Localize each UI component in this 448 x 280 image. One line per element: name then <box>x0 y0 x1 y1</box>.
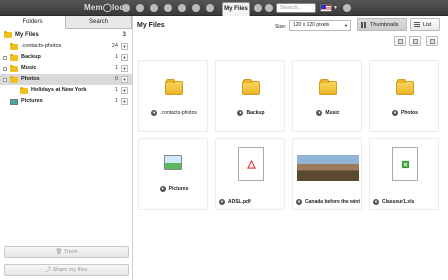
folder-icon <box>319 79 337 95</box>
thumbnails-view-button[interactable]: Thumbnails <box>357 18 407 31</box>
folder-icon <box>10 76 18 83</box>
upload-button[interactable] <box>394 36 406 46</box>
new-folder-icon <box>413 39 418 44</box>
item-menu-button[interactable]: ▼ <box>237 109 244 116</box>
item-menu-button[interactable]: ▼ <box>121 87 128 94</box>
folder-icon <box>10 43 18 50</box>
chevron-down-icon[interactable]: ▼ <box>333 5 338 11</box>
xls-file-icon <box>392 147 418 181</box>
list-view-button[interactable]: List <box>410 18 440 31</box>
photo-thumbnail <box>297 155 359 181</box>
share-my-files-button[interactable]: ⤴ Share my files <box>4 264 129 276</box>
help-icon[interactable] <box>265 4 273 12</box>
expand-icon[interactable] <box>3 67 7 71</box>
tree-item-my-files[interactable]: My Files 3 <box>0 29 132 41</box>
item-menu-button[interactable]: ▼ <box>296 198 302 205</box>
share-icon[interactable] <box>136 4 144 12</box>
file-card[interactable]: ▼ Photos <box>369 60 439 132</box>
page-title: My Files <box>137 22 165 29</box>
tree-item-contacts-photos[interactable]: .contacts-photos 24 ▼ <box>0 41 132 52</box>
download-button[interactable] <box>426 36 438 46</box>
power-icon[interactable] <box>343 4 351 12</box>
language-flag-icon[interactable] <box>320 4 332 12</box>
trash-icon: 🗑 <box>55 249 63 255</box>
share-icon: ⤴ <box>45 267 52 273</box>
notes-icon[interactable] <box>178 4 186 12</box>
pdf-file-icon <box>238 147 264 181</box>
folder-tree: My Files 3 .contacts-photos 24 ▼ Backup … <box>0 29 132 107</box>
item-menu-button[interactable]: ▼ <box>121 98 128 105</box>
item-menu-button[interactable]: ▼ <box>392 109 399 116</box>
folder-icon <box>10 54 18 61</box>
bookmark-icon[interactable] <box>150 4 158 12</box>
tree-item-music[interactable]: Music 1 ▼ <box>0 63 132 74</box>
size-label: Size: <box>275 24 287 30</box>
folder-icon <box>10 65 18 72</box>
app-logo[interactable]: Mem◯loo <box>84 3 125 12</box>
item-menu-button[interactable]: ▼ <box>121 43 128 50</box>
list-icon <box>414 22 420 28</box>
item-menu-button[interactable]: ▼ <box>121 65 128 72</box>
folder-icon <box>242 79 260 95</box>
calendar-icon[interactable] <box>164 4 172 12</box>
tab-folders[interactable]: Folders <box>0 16 66 29</box>
top-toolbar: Mem◯loo My Files Search... ▼ <box>0 0 448 16</box>
item-menu-button[interactable]: ▼ <box>159 185 166 192</box>
tree-item-pictures[interactable]: Pictures 1 ▼ <box>0 96 132 107</box>
tree-item-photos[interactable]: Photos 0 ▼ <box>0 74 132 85</box>
file-card[interactable]: ▼ Backup <box>215 60 285 132</box>
star-icon[interactable] <box>122 4 130 12</box>
file-card[interactable]: ▼ Canada before the wint <box>292 138 362 210</box>
item-menu-button[interactable]: ▼ <box>121 54 128 61</box>
download-icon <box>430 39 435 44</box>
search-input[interactable]: Search... <box>276 3 316 13</box>
folder-icon <box>396 79 414 95</box>
item-menu-button[interactable]: ▼ <box>316 109 323 116</box>
picture-folder-icon <box>10 99 18 105</box>
expand-icon[interactable] <box>3 56 7 60</box>
file-card[interactable]: ▼ Pictures <box>138 138 208 210</box>
folder-sidebar: Folders Search My Files 3 .contacts-phot… <box>0 16 133 280</box>
settings-icon[interactable] <box>254 4 262 12</box>
files-panel: My Files Size: 120 x 120 pixels ▼ Thumbn… <box>133 16 448 280</box>
item-menu-button[interactable]: ▼ <box>373 198 379 205</box>
tab-my-files[interactable]: My Files <box>222 2 250 16</box>
upload-icon <box>398 39 403 44</box>
new-folder-button[interactable] <box>409 36 421 46</box>
file-card[interactable]: ▼ Classeur1.xls <box>369 138 439 210</box>
contacts-icon[interactable] <box>192 4 200 12</box>
size-select[interactable]: 120 x 120 pixels ▼ <box>289 20 351 31</box>
chevron-down-icon: ▼ <box>344 23 348 28</box>
tree-item-backup[interactable]: Backup 1 ▼ <box>0 52 132 63</box>
folder-icon <box>20 87 28 94</box>
sidebar-tabs: Folders Search <box>0 16 132 29</box>
folder-icon <box>165 79 183 95</box>
file-card[interactable]: ▼ ADSL.pdf <box>215 138 285 210</box>
file-card[interactable]: ▼ .contacts-photos <box>138 60 208 132</box>
tab-search[interactable]: Search <box>66 16 132 28</box>
collapse-icon[interactable] <box>3 78 7 82</box>
item-menu-button[interactable]: ▼ <box>151 109 158 116</box>
grid-icon <box>361 22 367 28</box>
trash-button[interactable]: 🗑 Trash <box>4 246 129 258</box>
folder-icon <box>4 31 12 38</box>
mail-icon[interactable] <box>206 4 214 12</box>
picture-folder-icon <box>164 155 182 170</box>
item-menu-button[interactable]: ▼ <box>121 76 128 83</box>
tree-item-holidays[interactable]: Holidays at New York 1 ▼ <box>0 85 132 96</box>
file-card[interactable]: ▼ Music <box>292 60 362 132</box>
item-menu-button[interactable]: ▼ <box>219 198 225 205</box>
